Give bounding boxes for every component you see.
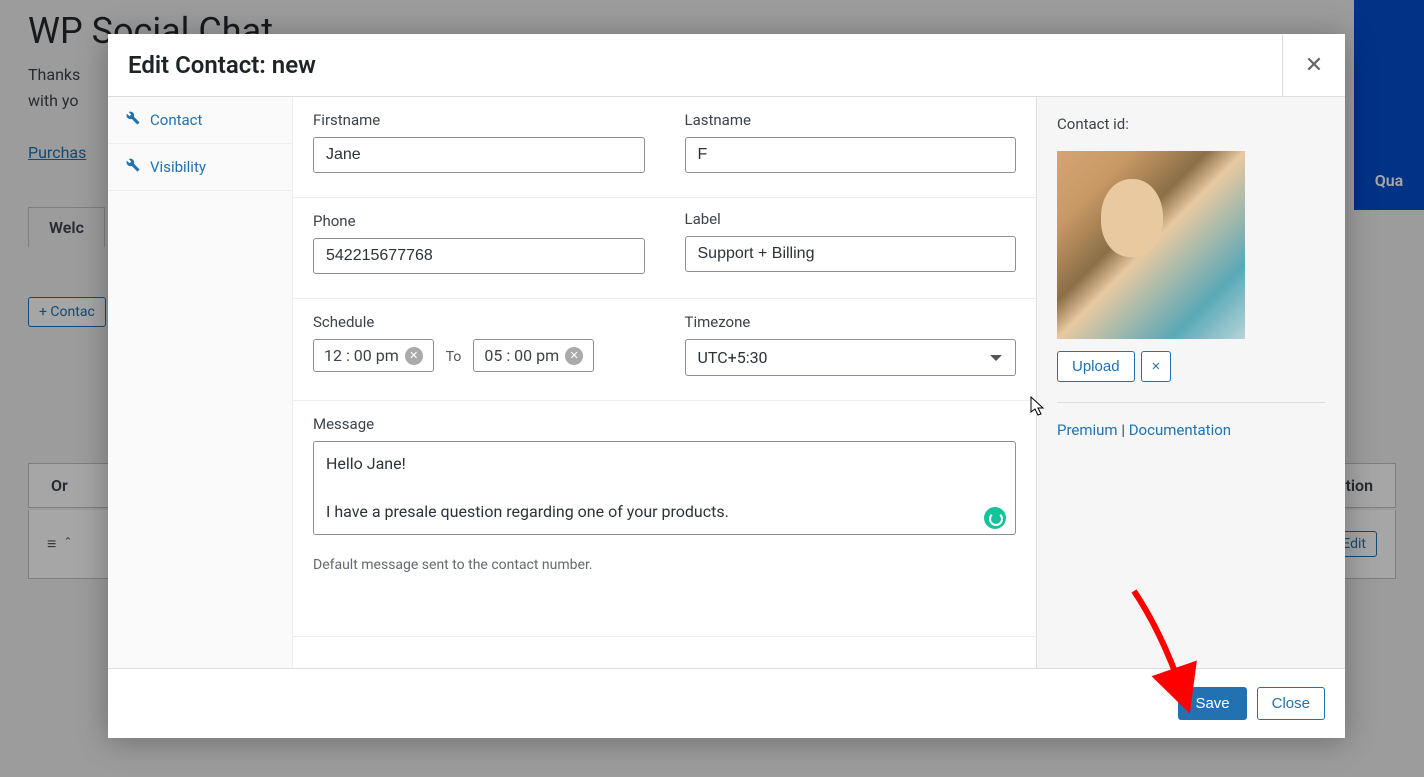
- edit-contact-modal: Edit Contact: new ✕ Contact Visibility: [108, 34, 1345, 738]
- close-button[interactable]: Close: [1257, 687, 1325, 720]
- divider: [1057, 402, 1325, 403]
- aside-links: Premium | Documentation: [1057, 421, 1325, 439]
- to-label: To: [446, 349, 462, 365]
- upload-button[interactable]: Upload: [1057, 351, 1135, 382]
- firstname-label: Firstname: [313, 111, 645, 129]
- premium-link[interactable]: Premium: [1057, 421, 1118, 439]
- phone-input[interactable]: [313, 238, 645, 274]
- avatar-image: [1057, 151, 1245, 339]
- timezone-select[interactable]: UTC+5:30: [685, 339, 1017, 376]
- form-main: Firstname Lastname Phone L: [293, 97, 1036, 668]
- schedule-from-input[interactable]: 12 : 00 pm ✕: [313, 339, 434, 372]
- remove-avatar-button[interactable]: ×: [1141, 351, 1172, 382]
- save-button[interactable]: Save: [1178, 687, 1246, 720]
- message-textarea[interactable]: [313, 441, 1016, 535]
- sidebar-item-label: Visibility: [150, 158, 206, 176]
- clear-icon[interactable]: ✕: [565, 347, 583, 365]
- message-label: Message: [313, 415, 1016, 433]
- phone-label: Phone: [313, 212, 645, 230]
- close-icon[interactable]: ✕: [1282, 34, 1345, 97]
- firstname-input[interactable]: [313, 137, 645, 173]
- lastname-label: Lastname: [685, 111, 1017, 129]
- sidebar-item-label: Contact: [150, 111, 202, 129]
- wrench-icon: [126, 111, 140, 129]
- documentation-link[interactable]: Documentation: [1129, 421, 1231, 439]
- modal-body: Contact Visibility Firstname Lastname: [108, 97, 1345, 668]
- lastname-input[interactable]: [685, 137, 1017, 173]
- modal-aside: Contact id: Upload × Premium | Documenta…: [1036, 97, 1345, 668]
- sidebar-item-visibility[interactable]: Visibility: [108, 144, 292, 191]
- sidebar-item-contact[interactable]: Contact: [108, 97, 292, 144]
- grammarly-icon[interactable]: [984, 507, 1006, 529]
- modal-footer: Save Close: [108, 668, 1345, 738]
- label-input[interactable]: [685, 236, 1017, 272]
- schedule-to-input[interactable]: 05 : 00 pm ✕: [473, 339, 594, 372]
- schedule-label: Schedule: [313, 313, 645, 331]
- message-help: Default message sent to the contact numb…: [313, 557, 1016, 573]
- contact-id-label: Contact id:: [1057, 115, 1325, 133]
- timezone-label: Timezone: [685, 313, 1017, 331]
- modal-sidebar: Contact Visibility: [108, 97, 293, 668]
- label-label: Label: [685, 210, 1017, 228]
- modal-header: Edit Contact: new ✕: [108, 34, 1345, 97]
- modal-title: Edit Contact: new: [128, 51, 316, 79]
- wrench-icon: [126, 158, 140, 176]
- clear-icon[interactable]: ✕: [405, 347, 423, 365]
